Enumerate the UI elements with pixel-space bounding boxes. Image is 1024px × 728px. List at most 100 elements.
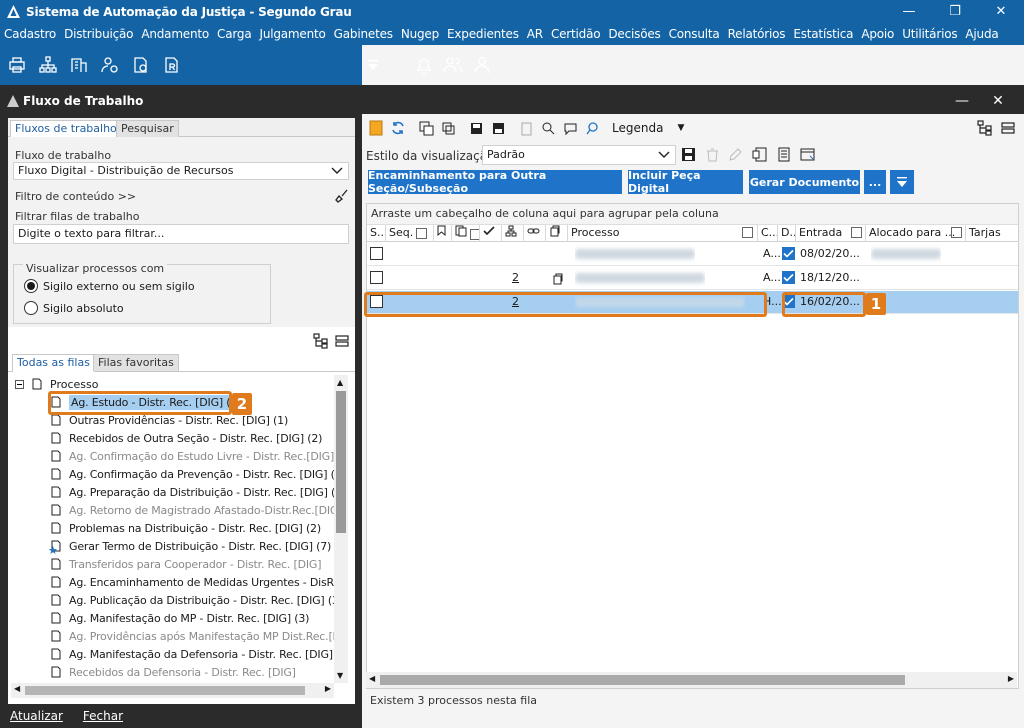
tree-item[interactable]: Ag. Manifestação do MP - Distr. Rec. [DI… [51, 609, 309, 627]
list-view-icon[interactable] [1001, 121, 1015, 138]
refresh-icon[interactable] [390, 120, 406, 136]
col-s[interactable]: S... [367, 225, 386, 242]
tree-item[interactable]: Ag. Publicação da Distribuição - Distr. … [51, 591, 348, 609]
col-bookmark[interactable] [434, 225, 452, 242]
bell-icon[interactable] [413, 54, 434, 76]
tab-fluxos[interactable]: Fluxos de trabalho [10, 120, 122, 138]
scroll-right-icon[interactable]: ▶ [1008, 674, 1014, 683]
radio-sigilo-externo[interactable]: Sigilo externo ou sem sigilo [24, 279, 195, 293]
close-button[interactable]: Fechar [83, 709, 123, 723]
menu-ar[interactable]: AR [527, 27, 543, 41]
tree-hscroll-thumb[interactable] [25, 686, 305, 695]
grid-hscrollbar[interactable]: ◀ ▶ [366, 672, 1017, 688]
disk-icon[interactable] [490, 120, 506, 136]
calendar-icon[interactable] [800, 147, 816, 165]
minimize-button[interactable]: — [886, 0, 932, 23]
tree-hscrollbar[interactable]: ◀ ▶ [11, 683, 334, 698]
legend-dropdown-icon[interactable]: ▼ [677, 123, 684, 133]
document-clock-icon[interactable] [130, 54, 151, 76]
printer-icon[interactable] [6, 54, 27, 76]
col-d[interactable]: D... [778, 225, 796, 242]
dropdown-arrow-icon[interactable] [362, 54, 383, 76]
menu-utilitarios[interactable]: Utilitários [902, 27, 957, 41]
tree-item[interactable]: ★ Gerar Termo de Distribuição - Distr. Re… [48, 537, 331, 558]
scroll-right-icon[interactable]: ▶ [325, 684, 331, 693]
panel-close-button[interactable]: ✕ [980, 93, 1016, 109]
menu-apoio[interactable]: Apoio [861, 27, 894, 41]
menu-consulta[interactable]: Consulta [669, 27, 720, 41]
col-alocado[interactable]: Alocado para ... [866, 225, 966, 242]
tab-pesquisar[interactable]: Pesquisar [116, 120, 179, 137]
filter-icon[interactable] [470, 228, 479, 240]
col-docs[interactable] [452, 225, 480, 242]
generate-document-button[interactable]: Gerar Documento [749, 170, 860, 194]
tree-item[interactable]: Ag. Encaminhamento de Medidas Urgentes -… [51, 573, 346, 591]
overflow-menu-button[interactable] [890, 170, 914, 194]
menu-ajuda[interactable]: Ajuda [965, 27, 998, 41]
document-list-icon[interactable] [776, 147, 791, 165]
tree-item[interactable]: Recebidos da Defensoria - Distr. Rec. [D… [51, 663, 296, 681]
tab-todas-filas[interactable]: Todas as filas [12, 354, 95, 372]
row-seq-link[interactable]: 2 [512, 267, 519, 290]
table-row[interactable]: A... 08/02/20... [367, 243, 1018, 266]
include-digital-piece-button[interactable]: Incluir Peça Digital [628, 169, 743, 195]
forward-section-button[interactable]: Encaminhamento para Outra Seção/Subseção [368, 169, 622, 195]
col-entrada[interactable]: Entrada [796, 225, 866, 242]
row-checkbox[interactable] [370, 247, 383, 260]
menu-cadastro[interactable]: Cadastro [4, 27, 56, 41]
menu-decisoes[interactable]: Decisões [608, 27, 660, 41]
save-icon[interactable] [681, 147, 696, 165]
menu-andamento[interactable]: Andamento [141, 27, 209, 41]
tree-item[interactable]: Ag. Manifestação da Defensoria - Distr. … [51, 645, 348, 663]
tree-item[interactable]: Transferidos para Cooperador - Distr. Re… [51, 555, 322, 573]
tab-filas-favoritas[interactable]: Filas favoritas [93, 354, 179, 371]
tree-item[interactable]: Recebidos de Outra Seção - Distr. Rec. [… [51, 429, 322, 447]
attachment-icon[interactable] [552, 271, 564, 285]
search-user-icon[interactable] [540, 120, 556, 136]
col-c[interactable]: C... [758, 225, 778, 242]
scroll-left-icon[interactable]: ◀ [14, 684, 20, 693]
tree-collapse-icon[interactable] [335, 334, 349, 351]
hierarchy-icon[interactable] [977, 120, 993, 139]
menu-certidao[interactable]: Certidão [551, 27, 601, 41]
grid-hscroll-thumb[interactable] [380, 675, 905, 685]
legend-label[interactable]: Legenda [612, 121, 663, 135]
document-r-icon[interactable] [161, 54, 182, 76]
user-icon[interactable] [471, 54, 492, 76]
menu-nugep[interactable]: Nugep [401, 27, 439, 41]
panel-minimize-button[interactable]: — [944, 93, 980, 109]
col-seq[interactable]: Seq. [386, 225, 434, 242]
scroll-up-icon[interactable]: ▲ [337, 378, 343, 387]
row-checkbox[interactable] [370, 271, 383, 284]
save-doc-icon[interactable] [468, 120, 484, 136]
copy-icon[interactable] [418, 120, 434, 136]
col-attach[interactable] [546, 225, 568, 242]
update-button[interactable]: Atualizar [10, 709, 63, 723]
comment-icon[interactable] [562, 120, 578, 136]
filter-icon[interactable] [851, 227, 862, 238]
filter-icon[interactable] [742, 227, 753, 238]
col-check[interactable] [480, 225, 502, 242]
menu-gabinetes[interactable]: Gabinetes [334, 27, 393, 41]
tree-item[interactable]: Ag. Preparação da Distribuição - Distr. … [51, 483, 346, 501]
user-settings-icon[interactable] [99, 54, 120, 76]
filter-input[interactable]: Digite o texto para filtrar... [13, 224, 349, 244]
tree-item[interactable]: Ag. Confirmação do Estudo Livre - Distr.… [51, 447, 334, 465]
table-row[interactable]: 2 A... 18/12/20... [367, 267, 1018, 290]
scroll-down-icon[interactable]: ▼ [337, 671, 343, 680]
filter-icon[interactable] [951, 227, 962, 238]
export-icon[interactable] [752, 147, 767, 165]
scroll-left-icon[interactable]: ◀ [369, 674, 375, 683]
menu-estatistica[interactable]: Estatística [793, 27, 853, 41]
tree-item[interactable]: Problemas na Distribuição - Distr. Rec. … [51, 519, 321, 537]
row-d-checkbox[interactable] [782, 271, 795, 284]
filter-icon[interactable] [416, 227, 428, 239]
tree-expand-icon[interactable] [313, 333, 329, 352]
new-folder-icon[interactable] [368, 120, 384, 136]
collapse-icon[interactable] [15, 379, 24, 389]
tree-item[interactable]: Ag. Providências após Manifestação MP Di… [51, 627, 345, 645]
more-button[interactable]: ... [864, 170, 886, 194]
close-window-button[interactable]: ✕ [978, 0, 1024, 23]
col-tarjas[interactable]: Tarjas [966, 225, 1018, 242]
radio-sigilo-absoluto[interactable]: Sigilo absoluto [24, 301, 124, 315]
